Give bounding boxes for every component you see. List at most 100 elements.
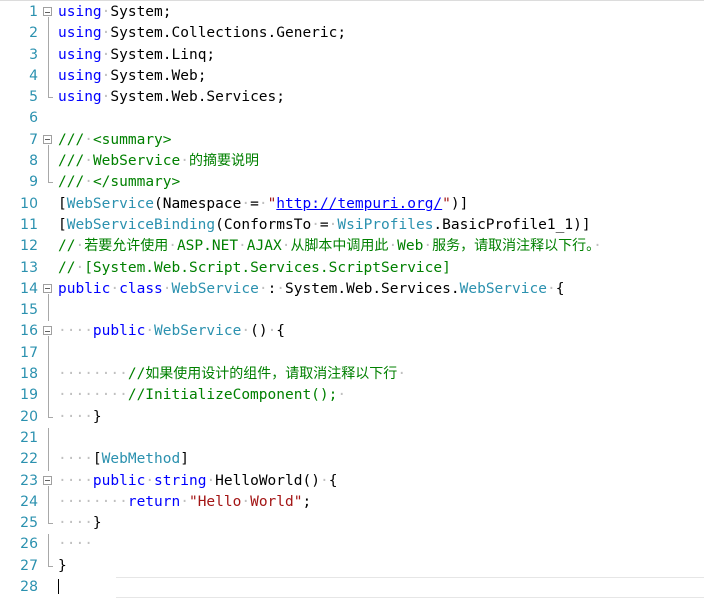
line-number: 9 xyxy=(29,174,38,191)
line-number: 4 xyxy=(29,67,38,84)
fold-guide xyxy=(38,194,58,215)
code-line[interactable]: 24 ········return·"Hello·World"; xyxy=(0,491,704,514)
fold-toggle-icon[interactable] xyxy=(38,2,58,24)
line-number: 15 xyxy=(20,302,38,319)
line-number: 24 xyxy=(20,493,38,510)
line-number: 6 xyxy=(29,110,38,127)
fold-toggle-icon[interactable] xyxy=(38,130,58,152)
fold-guide xyxy=(38,151,58,173)
fold-toggle-icon[interactable] xyxy=(38,471,58,492)
line-number: 22 xyxy=(20,451,38,468)
code-line-text: //·若要允许使用·ASP.NET·AJAX·从脚本中调用此·Web·服务，请取… xyxy=(58,238,602,255)
fold-guide xyxy=(38,108,58,129)
code-line-text: ///·WebService·的摘要说明 xyxy=(58,153,259,170)
code-line[interactable]: 4 using·System.Web; xyxy=(0,65,704,88)
code-line[interactable]: 15 xyxy=(0,300,704,322)
code-line-text: //·[System.Web.Script.Services.ScriptSer… xyxy=(58,259,451,276)
fold-guide xyxy=(38,534,58,556)
line-number: 10 xyxy=(20,195,38,212)
code-line[interactable]: 12 //·若要允许使用·ASP.NET·AJAX·从脚本中调用此·Web·服务… xyxy=(0,236,704,257)
line-number: 25 xyxy=(20,515,38,532)
code-line[interactable]: 2 using·System.Collections.Generic; xyxy=(0,23,704,45)
code-line[interactable]: 10 [WebService(Namespace·=·"http://tempu… xyxy=(0,194,704,215)
url-link[interactable]: http://tempuri.org/ xyxy=(276,196,442,212)
code-line[interactable]: 17 xyxy=(0,342,704,365)
code-line[interactable]: 20 ····} xyxy=(0,406,704,428)
fold-guide-end xyxy=(38,406,58,428)
code-line[interactable]: 23 ····public·string·HelloWorld()·{ xyxy=(0,471,704,492)
fold-guide xyxy=(38,364,58,386)
code-line-text: using·System; xyxy=(58,4,172,20)
code-line[interactable]: 21 xyxy=(0,427,704,450)
code-line[interactable]: 16 ····public·WebService·()·{ xyxy=(0,321,704,343)
code-line-text: ····} xyxy=(58,515,102,532)
code-line[interactable]: 18 ········//如果使用设计的组件，请取消注释以下行· xyxy=(0,364,704,386)
code-line[interactable]: 9 ///·</summary> xyxy=(0,172,704,193)
code-line-text: [WebService(Namespace·=·"http://tempuri.… xyxy=(58,195,469,212)
code-line[interactable]: 13 //·[System.Web.Script.Services.Script… xyxy=(0,258,704,279)
line-number: 14 xyxy=(20,280,38,297)
code-line-text: ///·<summary> xyxy=(58,131,172,148)
line-number: 23 xyxy=(20,472,38,489)
code-line-text: [WebServiceBinding(ConformsTo·=·WsiProfi… xyxy=(58,216,591,233)
fold-toggle-icon[interactable] xyxy=(38,321,58,343)
line-number: 18 xyxy=(20,366,38,383)
code-line[interactable]: 8 ///·WebService·的摘要说明 xyxy=(0,151,704,173)
code-line-text: public·class·WebService·:·System.Web.Ser… xyxy=(58,280,565,297)
code-line-text: ····public·WebService·()·{ xyxy=(58,323,286,340)
code-line-text: ///·</summary> xyxy=(58,174,181,191)
code-line[interactable]: 5 using·System.Web.Services; xyxy=(0,87,704,108)
code-line[interactable]: 11 [WebServiceBinding(ConformsTo·=·WsiPr… xyxy=(0,215,704,236)
fold-guide xyxy=(38,300,58,322)
code-line[interactable]: 19 ········//InitializeComponent();· xyxy=(0,385,704,407)
code-line[interactable]: 26 ···· xyxy=(0,534,704,556)
fold-guide xyxy=(38,44,58,66)
code-line-text: ········//如果使用设计的组件，请取消注释以下行· xyxy=(58,366,407,383)
code-line[interactable]: 1 using·System; xyxy=(0,2,704,24)
code-line[interactable]: 7 ///·<summary> xyxy=(0,130,704,152)
code-line-text: ···· xyxy=(58,536,93,553)
code-lines-container[interactable]: 1 using·System; 2 using·System.Collectio… xyxy=(0,1,704,598)
code-line-text: using·System.Web; xyxy=(58,67,207,84)
code-line-text: ····public·string·HelloWorld()·{ xyxy=(58,472,338,489)
code-line-text: } xyxy=(58,557,67,574)
code-editor[interactable]: 1 using·System; 2 using·System.Collectio… xyxy=(0,0,704,598)
code-line-text: ····[WebMethod] xyxy=(58,451,189,468)
code-line-text: ········//InitializeComponent();· xyxy=(58,387,347,404)
fold-guide xyxy=(38,491,58,514)
line-number: 7 xyxy=(29,131,38,148)
line-number: 19 xyxy=(20,387,38,404)
code-line[interactable]: 25 ····} xyxy=(0,513,704,534)
code-line[interactable]: 27 } xyxy=(0,555,704,577)
code-line-current[interactable]: 28 xyxy=(0,577,704,598)
line-number: 2 xyxy=(29,25,38,42)
line-number: 1 xyxy=(29,4,38,20)
line-number: 17 xyxy=(20,344,38,361)
fold-guide xyxy=(38,236,58,257)
code-line[interactable]: 14 public·class·WebService·:·System.Web.… xyxy=(0,279,704,301)
line-number: 21 xyxy=(20,429,38,446)
current-line-highlight xyxy=(116,577,704,598)
fold-guide-end xyxy=(38,555,58,577)
fold-guide xyxy=(38,342,58,365)
fold-guide xyxy=(38,215,58,236)
code-line-text: using·System.Linq; xyxy=(58,46,216,63)
fold-guide-end xyxy=(38,87,58,108)
code-line-text: using·System.Web.Services; xyxy=(58,89,285,106)
code-line[interactable]: 6 xyxy=(0,108,704,129)
fold-guide xyxy=(38,258,58,279)
code-line[interactable]: 3 using·System.Linq; xyxy=(0,44,704,66)
line-number: 13 xyxy=(20,259,38,276)
code-line[interactable]: 22 ····[WebMethod] xyxy=(0,449,704,471)
line-number: 11 xyxy=(20,216,38,233)
fold-toggle-icon[interactable] xyxy=(38,279,58,301)
fold-guide-end xyxy=(38,513,58,534)
fold-guide xyxy=(38,385,58,407)
code-line-text: using·System.Collections.Generic; xyxy=(58,25,347,42)
line-number: 16 xyxy=(20,323,38,340)
line-number: 3 xyxy=(29,46,38,63)
line-number: 20 xyxy=(20,408,38,425)
